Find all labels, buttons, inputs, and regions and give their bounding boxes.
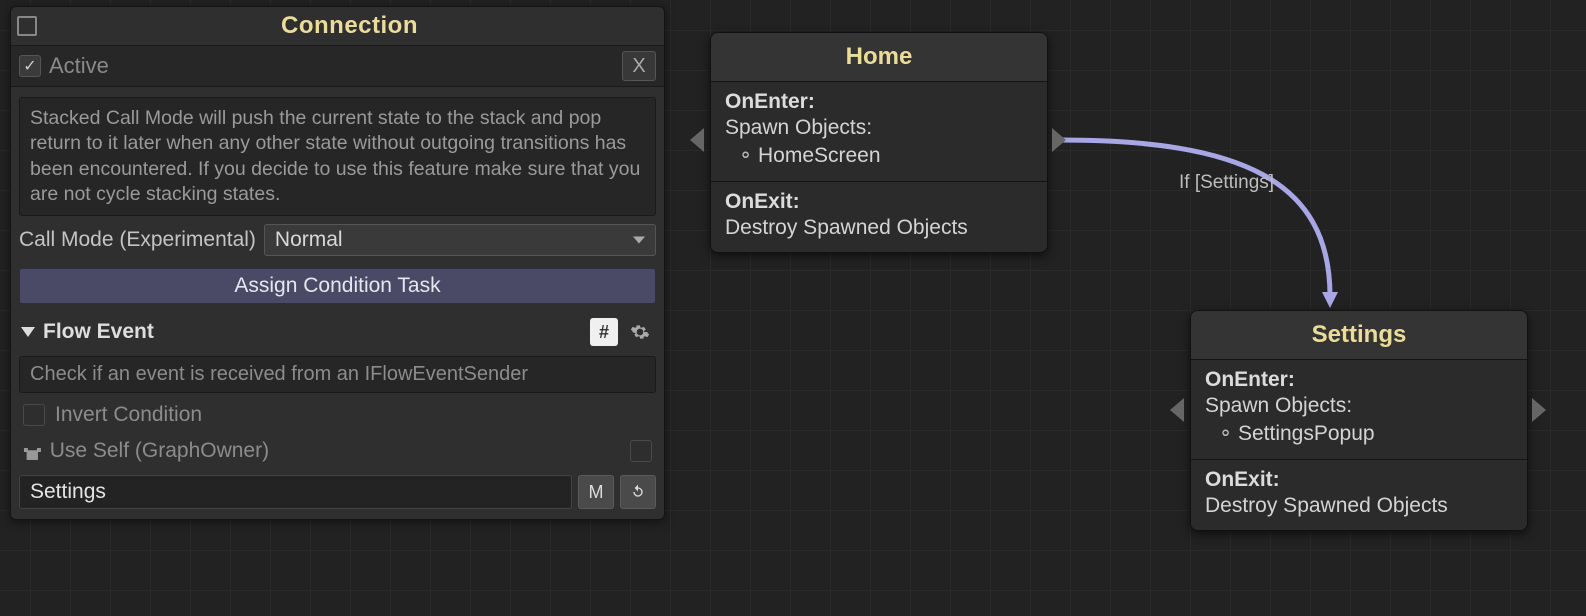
use-self-checkbox[interactable] — [630, 440, 652, 462]
onexit-line: Destroy Spawned Objects — [725, 214, 1033, 242]
node-home-title: Home — [711, 33, 1047, 82]
node-home-in-port[interactable] — [690, 128, 704, 152]
collapse-triangle-icon[interactable] — [21, 327, 35, 337]
onenter-sub: Spawn Objects: — [725, 114, 1033, 142]
node-home-onenter: OnEnter: Spawn Objects: HomeScreen — [711, 82, 1047, 182]
inspector-panel: Connection ✓ Active X Stacked Call Mode … — [10, 6, 665, 520]
invert-label: Invert Condition — [55, 403, 202, 427]
onenter-item: SettingsPopup — [1205, 420, 1513, 448]
link-icon: ▪▄▪ — [23, 442, 40, 460]
onexit-line: Destroy Spawned Objects — [1205, 492, 1513, 520]
node-settings-onexit: OnExit: Destroy Spawned Objects — [1191, 460, 1527, 530]
call-mode-dropdown[interactable]: Normal — [264, 224, 656, 256]
node-settings-title: Settings — [1191, 311, 1527, 360]
call-mode-label: Call Mode (Experimental) — [19, 228, 256, 252]
flow-event-hint: Check if an event is received from an IF… — [19, 356, 656, 393]
onenter-sub: Spawn Objects: — [1205, 392, 1513, 420]
node-home-out-port[interactable] — [1052, 128, 1066, 152]
description-box: Stacked Call Mode will push the current … — [19, 97, 656, 216]
flow-event-title: Flow Event — [43, 320, 582, 344]
onenter-head: OnEnter: — [725, 90, 1033, 114]
invert-condition-row: Invert Condition — [11, 397, 664, 433]
call-mode-value: Normal — [275, 228, 343, 252]
active-checkbox[interactable]: ✓ — [19, 55, 41, 77]
onexit-head: OnExit: — [1205, 468, 1513, 492]
node-home-onexit: OnExit: Destroy Spawned Objects — [711, 182, 1047, 252]
active-row: ✓ Active X — [11, 45, 664, 87]
node-settings[interactable]: Settings OnEnter: Spawn Objects: Setting… — [1190, 310, 1528, 531]
gear-icon[interactable] — [626, 318, 654, 346]
script-button[interactable]: # — [590, 318, 618, 346]
onenter-item: HomeScreen — [725, 142, 1033, 170]
edge-label[interactable]: If [Settings] — [1175, 170, 1278, 196]
inspector-titlebar: Connection — [11, 7, 664, 45]
flow-event-header[interactable]: Flow Event # — [11, 308, 664, 352]
event-name-input[interactable] — [19, 475, 572, 509]
node-settings-out-port[interactable] — [1532, 398, 1546, 422]
invert-checkbox[interactable] — [23, 404, 45, 426]
assign-condition-button[interactable]: Assign Condition Task — [19, 268, 656, 304]
window-icon[interactable] — [17, 16, 37, 36]
m-button[interactable]: M — [578, 475, 614, 509]
close-button[interactable]: X — [622, 51, 656, 81]
use-self-label: Use Self (GraphOwner) — [50, 439, 269, 463]
node-home[interactable]: Home OnEnter: Spawn Objects: HomeScreen … — [710, 32, 1048, 253]
active-label: Active — [49, 53, 614, 79]
use-self-row: ▪▄▪ Use Self (GraphOwner) — [11, 433, 664, 469]
node-settings-in-port[interactable] — [1170, 398, 1184, 422]
inspector-title: Connection — [41, 12, 658, 40]
onexit-head: OnExit: — [725, 190, 1033, 214]
onenter-head: OnEnter: — [1205, 368, 1513, 392]
node-settings-onenter: OnEnter: Spawn Objects: SettingsPopup — [1191, 360, 1527, 460]
event-name-row: M — [11, 469, 664, 519]
refresh-button[interactable] — [620, 475, 656, 509]
call-mode-row: Call Mode (Experimental) Normal — [11, 222, 664, 264]
